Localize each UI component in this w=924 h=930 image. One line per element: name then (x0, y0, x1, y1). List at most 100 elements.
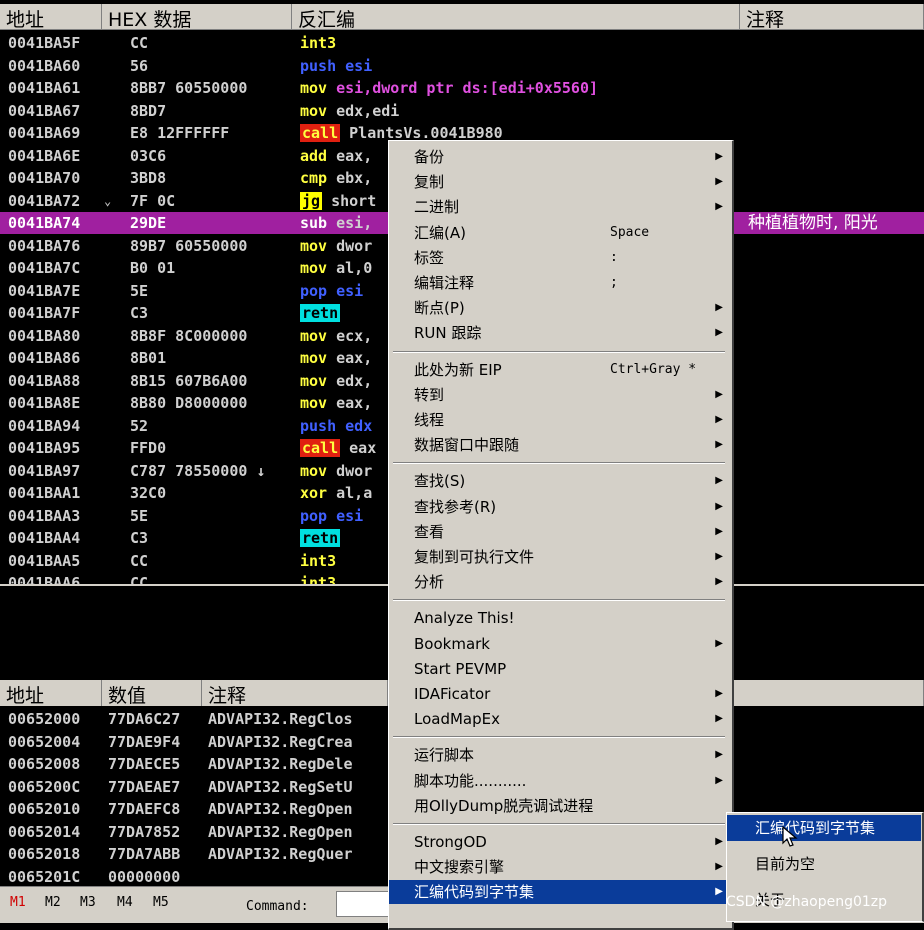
menu-item[interactable]: Start PEVMP (389, 657, 731, 681)
dump-row[interactable]: 00652018 77DA7ABB ADVAPI32.RegQuer (0, 843, 388, 865)
row-address: 0041BA80 (8, 326, 81, 345)
dump-row[interactable]: 00652014 77DA7852 ADVAPI32.RegOpen (0, 821, 388, 843)
col-header-hex[interactable]: HEX 数据 (102, 4, 292, 30)
menu-item[interactable]: RUN 跟踪 ▶ (389, 321, 731, 345)
dump-comment: ADVAPI32.RegOpen (208, 800, 353, 818)
row-mnemonic: retn (300, 304, 341, 322)
row-mnemonic: pop esi (300, 506, 364, 525)
menu-item[interactable]: 汇编(A) Space (389, 221, 731, 245)
row-operands: eax, (327, 146, 373, 165)
menu-item-shortcut: Ctrl+Gray * (610, 361, 697, 377)
row-hex: 32C0 (130, 484, 167, 502)
disasm-row[interactable]: 0041BA67 8BD7 mov edx,edi (0, 100, 924, 122)
menu-item[interactable]: 运行脚本 ▶ (389, 743, 731, 767)
menu-item[interactable]: 二进制 ▶ (389, 195, 731, 219)
row-address: 0041BA86 (8, 349, 81, 367)
submenu-item[interactable]: 汇编代码到字节集 (727, 815, 921, 841)
submenu-arrow-icon: ▶ (715, 637, 723, 649)
dump-address: 00652010 (8, 800, 81, 818)
dump-row[interactable]: 00652004 77DAE9F4 ADVAPI32.RegCrea (0, 731, 388, 753)
menu-item[interactable]: 查找参考(R) ▶ (389, 495, 731, 519)
dump-row[interactable]: 00652000 77DA6C27 ADVAPI32.RegClos (0, 708, 388, 730)
memory-tab-m1[interactable]: M1 (10, 895, 26, 910)
row-hex: 8B80 D8000000 (130, 394, 248, 412)
dump-address: 00652004 (8, 732, 81, 751)
menu-item[interactable]: StrongOD ▶ (389, 830, 731, 854)
submenu-item[interactable]: 目前为空 (727, 851, 921, 877)
menu-item[interactable]: 复制 ▶ (389, 170, 731, 194)
memory-tab-m2[interactable]: M2 (45, 895, 61, 910)
menu-item[interactable]: 标签: (389, 246, 731, 270)
menu-item[interactable]: 线程 ▶ (389, 408, 731, 432)
disasm-row[interactable]: 0041BA60 56 push esi (0, 55, 924, 77)
disasm-row[interactable]: 0041BA61 8BB7 60550000 mov esi,dword ptr d… (0, 77, 924, 99)
menu-item[interactable]: 备份 ▶ (389, 145, 731, 169)
dump-row[interactable]: 00652010 77DAEFC8 ADVAPI32.RegOpen (0, 798, 388, 820)
row-mnemonic: push esi (300, 56, 373, 75)
menu-item[interactable]: 断点(P) ▶ (389, 296, 731, 320)
disasm-row[interactable]: 0041BA5F CC int3 (0, 32, 924, 54)
menu-item[interactable]: Analyze This! (389, 606, 731, 630)
menu-item[interactable]: 此处为新 EIP Ctrl+Gray * (389, 358, 731, 382)
dump-row[interactable]: 0065201C 00000000 (0, 866, 388, 887)
menu-item[interactable]: 复制到可执行文件 ▶ (389, 545, 731, 569)
col-header-address[interactable]: 地址 (0, 4, 102, 30)
dump-address: 00652014 (8, 822, 81, 841)
row-operands: edx (336, 416, 373, 435)
row-hex: CC (130, 551, 149, 570)
row-mnemonic: mov ecx, (300, 326, 373, 345)
row-mnemonic: retn (300, 529, 341, 547)
dump-row[interactable]: 0065200C 77DAEAE7 ADVAPI32.RegSetU (0, 776, 388, 798)
row-operands: dwor (327, 461, 373, 480)
memory-tab-m3[interactable]: M3 (80, 895, 96, 910)
menu-item[interactable]: Bookmark ▶ (389, 632, 731, 656)
row-hex: 8BD7 (130, 101, 167, 120)
menu-item[interactable]: 数据窗口中跟随 ▶ (389, 433, 731, 457)
row-mnemonic: jg short (300, 191, 377, 210)
dump-header-filler (734, 680, 924, 706)
row-address: 0041BAA3 (8, 506, 81, 525)
menu-item[interactable]: LoadMapEx ▶ (389, 707, 731, 731)
menu-item-label: Bookmark (414, 634, 490, 653)
row-address: 0041BAA1 (8, 484, 81, 502)
watermark: CSDN @zhaopeng01zp (726, 894, 888, 910)
dump-col-header-address[interactable]: 地址 (0, 680, 102, 706)
row-operands: ecx, (327, 326, 373, 345)
menu-item[interactable]: 转到 ▶ (389, 383, 731, 407)
memory-tab-m5[interactable]: M5 (153, 895, 169, 910)
col-header-disasm[interactable]: 反汇编 (292, 4, 740, 30)
menu-item[interactable]: 编辑注释; (389, 271, 731, 295)
menu-item[interactable]: 分析 ▶ (389, 570, 731, 594)
dump-col-header-comment[interactable]: 注释 (202, 680, 388, 706)
menu-item-label: 汇编代码到字节集 (414, 883, 535, 902)
row-hex: 52 (130, 416, 149, 435)
row-comment: 种植植物时, 阳光 (748, 213, 878, 233)
menu-item[interactable]: 用OllyDump脱壳调试进程 (389, 794, 731, 818)
menu-item-label: IDAFicator (414, 685, 491, 703)
menu-item-label: 中文搜索引擎 (414, 858, 505, 877)
row-address: 0041BA94 (8, 416, 81, 435)
row-hex: 03C6 (130, 146, 167, 165)
row-address: 0041BA61 (8, 79, 81, 97)
menu-separator (393, 350, 725, 353)
col-header-comment[interactable]: 注释 (740, 4, 924, 30)
row-address: 0041BA74 (8, 214, 81, 232)
menu-item[interactable]: 查找(S) ▶ (389, 469, 731, 493)
row-mnemonic: mov esi,dword ptr ds:[edi+0x5560] (300, 79, 599, 97)
menu-item[interactable]: 汇编代码到字节集 ▶ (389, 880, 731, 905)
row-hex: 89B7 60550000 (130, 236, 248, 255)
dump-row[interactable]: 00652008 77DAECE5 ADVAPI32.RegDele (0, 753, 388, 775)
row-address: 0041BA60 (8, 56, 81, 75)
row-operands: eax, (327, 394, 373, 412)
row-address: 0041BA76 (8, 236, 81, 255)
menu-item[interactable]: IDAFicator ▶ (389, 682, 731, 706)
mouse-cursor-icon (782, 826, 798, 847)
submenu-item-label: 目前为空 (755, 855, 816, 873)
menu-item[interactable]: 查看 ▶ (389, 520, 731, 544)
dump-col-header-value[interactable]: 数值 (102, 680, 202, 706)
menu-item[interactable]: 脚本功能........... ▶ (389, 769, 731, 793)
menu-item[interactable]: 中文搜索引擎 ▶ (389, 855, 731, 879)
row-hex: 3BD8 (130, 169, 167, 187)
memory-tab-m4[interactable]: M4 (117, 895, 133, 910)
dump-comment: ADVAPI32.RegClos (208, 710, 353, 728)
